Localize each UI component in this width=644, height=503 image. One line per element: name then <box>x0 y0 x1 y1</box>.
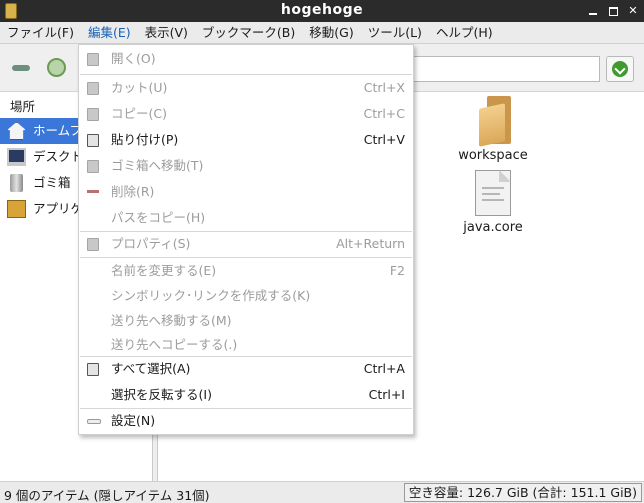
edit-menu-dropdown: 開く(O) カット(U) Ctrl+X コピー(C) Ctrl+C 貼り付け(P… <box>78 44 414 435</box>
menu-bookmarks[interactable]: ブックマーク(B) <box>195 22 302 44</box>
menu-item-properties[interactable]: プロパティ(S) Alt+Return <box>79 232 413 256</box>
menu-item-select-all[interactable]: すべて選択(A) Ctrl+A <box>79 357 413 381</box>
menu-item-copy[interactable]: コピー(C) Ctrl+C <box>79 102 413 126</box>
menu-edit[interactable]: 編集(E) <box>81 22 138 44</box>
desktop-icon <box>7 148 26 166</box>
forward-button[interactable] <box>45 57 69 79</box>
maximize-button[interactable] <box>606 3 620 19</box>
menu-item-move-to-trash[interactable]: ゴミ箱へ移動(T) <box>79 154 413 178</box>
menu-item-paste[interactable]: 貼り付け(P) Ctrl+V <box>79 128 413 152</box>
free-space: 空き容量: 126.7 GiB (合計: 151.1 GiB) <box>403 483 642 502</box>
menu-item-invert-selection[interactable]: 選択を反転する(I) Ctrl+I <box>79 383 413 407</box>
file-item-workspace[interactable]: workspace <box>448 96 538 163</box>
back-arrow-icon <box>12 65 30 71</box>
maximize-icon <box>608 7 618 16</box>
applications-icon <box>7 200 26 218</box>
menu-item-preferences[interactable]: 設定(N) <box>79 409 413 433</box>
window-title: hogehoge <box>280 2 364 18</box>
select-all-icon <box>87 363 99 376</box>
title-bar: hogehoge ✕ <box>0 0 644 22</box>
menu-go[interactable]: 移動(G) <box>302 22 360 44</box>
menu-item-create-symlink[interactable]: シンボリック･リンクを作成する(K) <box>79 284 413 308</box>
menu-item-open[interactable]: 開く(O) <box>79 47 413 71</box>
cut-icon <box>87 82 99 95</box>
close-button[interactable]: ✕ <box>626 3 640 19</box>
item-count: 9 個のアイテム (隠しアイテム 31個) <box>4 488 210 503</box>
file-label: java.core <box>463 220 523 235</box>
document-icon <box>475 170 511 216</box>
back-button[interactable] <box>10 57 34 79</box>
trash-icon <box>10 174 23 192</box>
menu-item-copy-path[interactable]: パスをコピー(H) <box>79 206 413 230</box>
menu-bar: ファイル(F) 編集(E) 表示(V) ブックマーク(B) 移動(G) ツール(… <box>0 22 644 44</box>
window-controls: ✕ <box>586 3 640 19</box>
minimize-button[interactable] <box>586 3 600 19</box>
trash-move-icon <box>87 160 99 173</box>
menu-item-copy-to[interactable]: 送り先へコピーする(.) <box>79 333 413 357</box>
menu-item-move-to[interactable]: 送り先へ移動する(M) <box>79 309 413 333</box>
menu-item-cut[interactable]: カット(U) Ctrl+X <box>79 76 413 100</box>
delete-icon <box>87 190 99 193</box>
menu-help[interactable]: ヘルプ(H) <box>429 22 500 44</box>
menu-separator <box>80 257 412 258</box>
close-icon: ✕ <box>628 4 638 17</box>
menu-separator <box>80 74 412 75</box>
status-bar: 9 個のアイテム (隠しアイテム 31個) 空き容量: 126.7 GiB (合… <box>0 481 644 503</box>
minimize-icon <box>589 13 597 15</box>
file-label: workspace <box>458 148 528 163</box>
go-arrow-icon <box>612 61 628 77</box>
menu-item-delete[interactable]: 削除(R) <box>79 180 413 204</box>
open-icon <box>87 53 99 66</box>
places-heading: 場所 <box>10 99 36 114</box>
go-button[interactable] <box>606 56 634 82</box>
menu-tools[interactable]: ツール(L) <box>361 22 429 44</box>
properties-icon <box>87 238 99 251</box>
menu-item-rename[interactable]: 名前を変更する(E) F2 <box>79 259 413 283</box>
home-icon <box>7 122 26 140</box>
copy-icon <box>87 108 99 121</box>
forward-icon <box>47 58 66 77</box>
file-item-java-core[interactable]: java.core <box>448 170 538 235</box>
preferences-icon <box>87 419 101 424</box>
paste-icon <box>87 134 99 147</box>
location-bar[interactable] <box>410 56 600 82</box>
place-label: ゴミ箱 <box>33 175 71 190</box>
menu-file[interactable]: ファイル(F) <box>0 22 81 44</box>
menu-view[interactable]: 表示(V) <box>138 22 195 44</box>
folder-icon <box>473 96 513 147</box>
